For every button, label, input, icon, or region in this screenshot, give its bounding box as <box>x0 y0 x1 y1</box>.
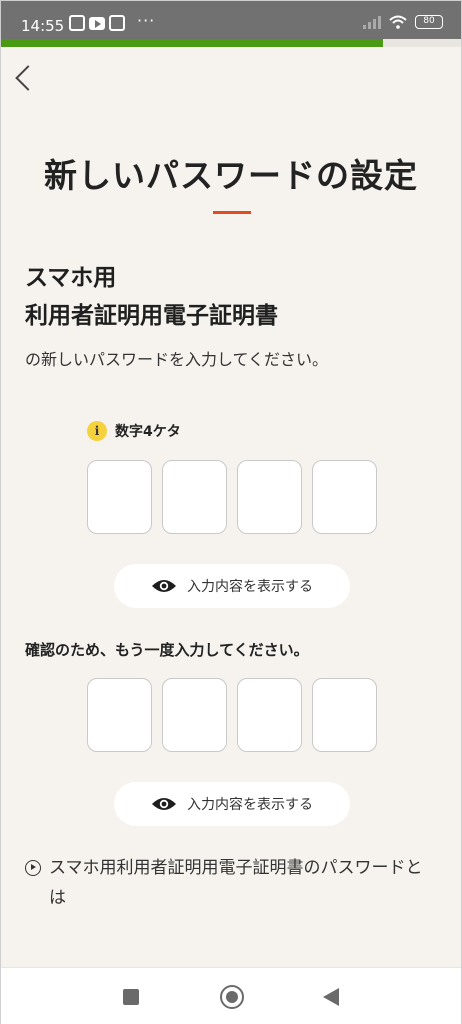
certificate-heading: スマホ用 利用者証明用電子証明書 <box>25 259 278 335</box>
notification-icons <box>69 15 125 31</box>
heading-line-2: 利用者証明用電子証明書 <box>25 303 278 329</box>
page-title: 新しいパスワードの設定 <box>44 156 418 195</box>
line-icon <box>69 15 85 31</box>
system-nav-bar <box>1 967 461 1024</box>
show-input-label: 入力内容を表示する <box>187 579 313 595</box>
show-input-button[interactable]: 入力内容を表示する <box>114 564 350 608</box>
status-bar: 14:55 ··· 80 <box>1 1 461 39</box>
pin-digit-field[interactable] <box>312 460 377 534</box>
wifi-icon <box>389 15 407 29</box>
status-time: 14:55 <box>21 17 65 35</box>
nav-back-button[interactable] <box>323 988 339 1006</box>
confirm-instruction: 確認のため、もう一度入力してください。 <box>25 641 309 659</box>
pin-digit-field[interactable] <box>237 460 302 534</box>
youtube-icon <box>89 17 105 30</box>
pin-confirm-digit-field[interactable] <box>87 678 152 752</box>
pin-entry-row <box>87 460 377 534</box>
info-icon: i <box>87 421 107 441</box>
progress-bar-fill <box>1 39 383 47</box>
pin-confirm-digit-field[interactable] <box>312 678 377 752</box>
paypay-icon <box>109 15 125 31</box>
eye-icon <box>152 798 176 810</box>
pin-digit-field[interactable] <box>87 460 152 534</box>
system-icons: 80 <box>363 15 443 29</box>
heading-line-1: スマホ用 <box>25 265 117 291</box>
digit-hint: i 数字4ケタ <box>87 421 181 441</box>
progress-bar <box>1 39 461 47</box>
eye-icon <box>152 580 176 592</box>
signal-icon <box>363 15 381 29</box>
pin-confirm-digit-field[interactable] <box>237 678 302 752</box>
back-button[interactable] <box>13 63 43 99</box>
digit-hint-label: 数字4ケタ <box>115 424 181 440</box>
recents-button[interactable] <box>123 989 139 1005</box>
instruction-text: の新しいパスワードを入力してください。 <box>25 350 329 369</box>
chevron-left-icon <box>15 65 41 91</box>
pin-confirm-digit-field[interactable] <box>162 678 227 752</box>
password-info-link[interactable]: スマホ用利用者証明用電子証明書のパスワードとは <box>25 853 435 913</box>
more-notifications-icon: ··· <box>137 11 156 30</box>
show-confirm-input-label: 入力内容を表示する <box>187 797 313 813</box>
home-button[interactable] <box>220 985 244 1009</box>
app-screen: 14:55 ··· 80 新しいパスワードの設定 スマホ用 利用者証明用電子証明 <box>0 0 462 1024</box>
title-accent-line <box>213 211 251 214</box>
show-confirm-input-button[interactable]: 入力内容を表示する <box>114 782 350 826</box>
password-info-link-text: スマホ用利用者証明用電子証明書のパスワードとは <box>49 858 423 908</box>
play-circle-icon <box>25 860 41 876</box>
pin-digit-field[interactable] <box>162 460 227 534</box>
battery-icon: 80 <box>415 15 443 29</box>
pin-confirm-row <box>87 678 377 752</box>
